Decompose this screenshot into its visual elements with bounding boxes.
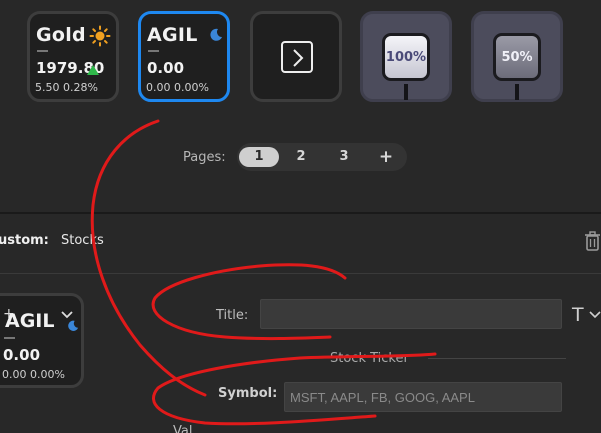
brightness-knob: 50% bbox=[493, 33, 541, 81]
tile-divider bbox=[37, 50, 48, 52]
brightness-stem bbox=[515, 84, 519, 100]
row-divider bbox=[0, 273, 601, 274]
pages-label: Pages: bbox=[183, 150, 226, 165]
tile-divider bbox=[148, 50, 159, 52]
moon-icon bbox=[210, 28, 222, 41]
font-button[interactable]: T bbox=[572, 304, 584, 326]
preview-tile[interactable]: + AGIL 0.00 0.00 0.00% bbox=[0, 293, 84, 388]
add-page-button[interactable]: + bbox=[366, 147, 406, 167]
trend-up-icon bbox=[87, 65, 99, 75]
custom-label: ustom: bbox=[0, 233, 49, 248]
tile-price: 0.00 bbox=[3, 346, 41, 364]
stock-tile-gold[interactable]: Gold 1979.80 5.50 0.28% bbox=[27, 11, 119, 102]
tile-name: Gold bbox=[36, 24, 86, 46]
tile-name: AGIL bbox=[5, 310, 55, 332]
moon-icon bbox=[68, 320, 79, 331]
sun-icon bbox=[89, 25, 111, 47]
page-button-2[interactable]: 2 bbox=[281, 147, 321, 167]
section-divider bbox=[0, 212, 601, 214]
chevron-down-icon[interactable] bbox=[589, 311, 601, 319]
tile-divider bbox=[4, 337, 15, 339]
next-field-label: Val bbox=[173, 424, 193, 433]
chevron-down-icon[interactable] bbox=[61, 310, 73, 320]
symbol-input[interactable] bbox=[284, 382, 562, 412]
tile-change: 0.00 0.00% bbox=[2, 368, 65, 381]
trash-icon[interactable] bbox=[584, 231, 601, 251]
tile-change: 0.00 0.00% bbox=[146, 81, 209, 94]
brightness-tile-100[interactable]: 100% bbox=[360, 11, 452, 102]
stock-tile-agil[interactable]: AGIL 0.00 0.00 0.00% bbox=[138, 11, 230, 102]
custom-value: Stocks bbox=[61, 233, 104, 248]
chevron-right-box-icon bbox=[281, 41, 313, 73]
heading-rule bbox=[428, 358, 566, 359]
page-button-1[interactable]: 1 bbox=[239, 147, 279, 167]
stock-ticker-heading: Stock Ticker bbox=[330, 351, 409, 366]
title-label: Title: bbox=[216, 308, 249, 323]
tile-name: AGIL bbox=[147, 24, 198, 46]
brightness-tile-50[interactable]: 50% bbox=[471, 11, 563, 102]
symbol-label: Symbol: bbox=[218, 386, 278, 401]
title-input[interactable] bbox=[260, 299, 562, 329]
next-page-tile[interactable] bbox=[250, 11, 342, 102]
pager: 1 2 3 + bbox=[237, 143, 407, 171]
brightness-knob: 100% bbox=[382, 33, 430, 81]
tile-price: 0.00 bbox=[147, 59, 185, 77]
brightness-stem bbox=[404, 84, 408, 100]
tile-change: 5.50 0.28% bbox=[35, 81, 98, 94]
page-button-3[interactable]: 3 bbox=[324, 147, 364, 167]
